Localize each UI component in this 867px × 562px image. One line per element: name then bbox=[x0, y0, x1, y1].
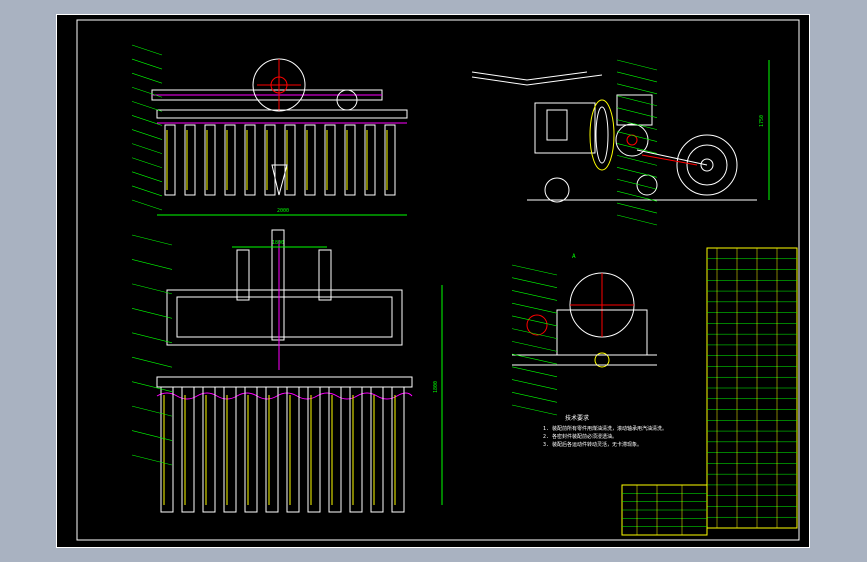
top-dimension: 1800 bbox=[272, 240, 284, 246]
leader-line bbox=[131, 454, 173, 466]
leader-line bbox=[131, 86, 163, 98]
top-tine bbox=[349, 386, 363, 513]
leader-line bbox=[616, 167, 658, 178]
leader-line bbox=[131, 356, 173, 368]
top-tine bbox=[391, 386, 405, 513]
leader-line bbox=[511, 366, 558, 378]
leader-line bbox=[131, 171, 163, 183]
top-tine bbox=[370, 386, 384, 513]
leader-line bbox=[511, 328, 558, 339]
notes-line-1: 1. 装配前所有零件用煤油清洗，滚动轴承用汽油清洗。 bbox=[543, 425, 667, 432]
leader-line bbox=[511, 341, 558, 352]
parts-list bbox=[706, 247, 798, 529]
top-tine bbox=[244, 386, 258, 513]
leader-line bbox=[131, 430, 173, 441]
leader-line bbox=[511, 404, 558, 416]
top-tine bbox=[286, 386, 300, 513]
leader-line bbox=[131, 405, 173, 417]
top-tine bbox=[223, 386, 237, 513]
leader-line bbox=[616, 143, 658, 154]
notes-line-3: 3. 装配后各运动件转动灵活，无卡滞现象。 bbox=[543, 441, 642, 448]
top-tine bbox=[160, 386, 174, 513]
top-tine bbox=[328, 386, 342, 513]
leader-line bbox=[511, 264, 558, 276]
leader-line bbox=[131, 143, 163, 154]
cad-drawing: 2000 1750 1800 1800 A 技术要求 1. 装配前所有零件用煤油… bbox=[76, 19, 800, 541]
leader-line bbox=[131, 72, 163, 84]
leader-line bbox=[616, 107, 658, 118]
leader-line bbox=[616, 83, 658, 95]
leader-line bbox=[511, 302, 558, 314]
leader-line bbox=[616, 95, 658, 107]
leader-line bbox=[616, 214, 658, 226]
front-dimension: 2000 bbox=[277, 208, 289, 214]
notes-line-2: 2. 各密封件装配前必须浸透油。 bbox=[543, 433, 617, 440]
top-tine bbox=[202, 386, 216, 513]
front-view: 2000 bbox=[131, 44, 408, 216]
technical-notes: 技术要求 1. 装配前所有零件用煤油清洗，滚动轴承用汽油清洗。 2. 各密封件装… bbox=[543, 414, 667, 448]
top-tine bbox=[265, 386, 279, 513]
section-label: A bbox=[572, 253, 576, 260]
leader-line bbox=[131, 234, 173, 246]
leader-line bbox=[616, 71, 658, 83]
top-side-dimension: 1800 bbox=[433, 381, 439, 393]
top-tine bbox=[181, 386, 195, 513]
leader-line bbox=[131, 101, 163, 112]
section-view: A bbox=[511, 253, 657, 416]
leader-line bbox=[511, 391, 558, 403]
leader-line bbox=[616, 202, 658, 214]
leader-line bbox=[131, 157, 163, 169]
leader-line bbox=[511, 379, 558, 390]
leader-line bbox=[131, 283, 173, 295]
leader-line bbox=[131, 332, 173, 344]
leader-line bbox=[616, 59, 658, 71]
leader-line bbox=[131, 185, 163, 197]
notes-title: 技术要求 bbox=[565, 414, 589, 422]
leader-line bbox=[131, 129, 163, 140]
side-view: 1750 bbox=[471, 59, 770, 226]
top-view: 1800 1800 bbox=[131, 229, 443, 513]
title-block bbox=[621, 484, 708, 536]
drawing-sheet: 2000 1750 1800 1800 A 技术要求 1. 装配前所有零件用煤油… bbox=[56, 14, 810, 548]
top-tine bbox=[307, 386, 321, 513]
leader-line bbox=[511, 353, 558, 365]
side-dimension: 1750 bbox=[759, 115, 765, 127]
leader-line bbox=[131, 259, 173, 270]
leader-line bbox=[131, 199, 163, 211]
leader-line bbox=[131, 44, 163, 56]
leader-line bbox=[131, 58, 163, 70]
leader-line bbox=[511, 290, 558, 301]
leader-line bbox=[511, 277, 558, 289]
leader-line bbox=[131, 308, 173, 319]
leader-line bbox=[511, 315, 558, 327]
